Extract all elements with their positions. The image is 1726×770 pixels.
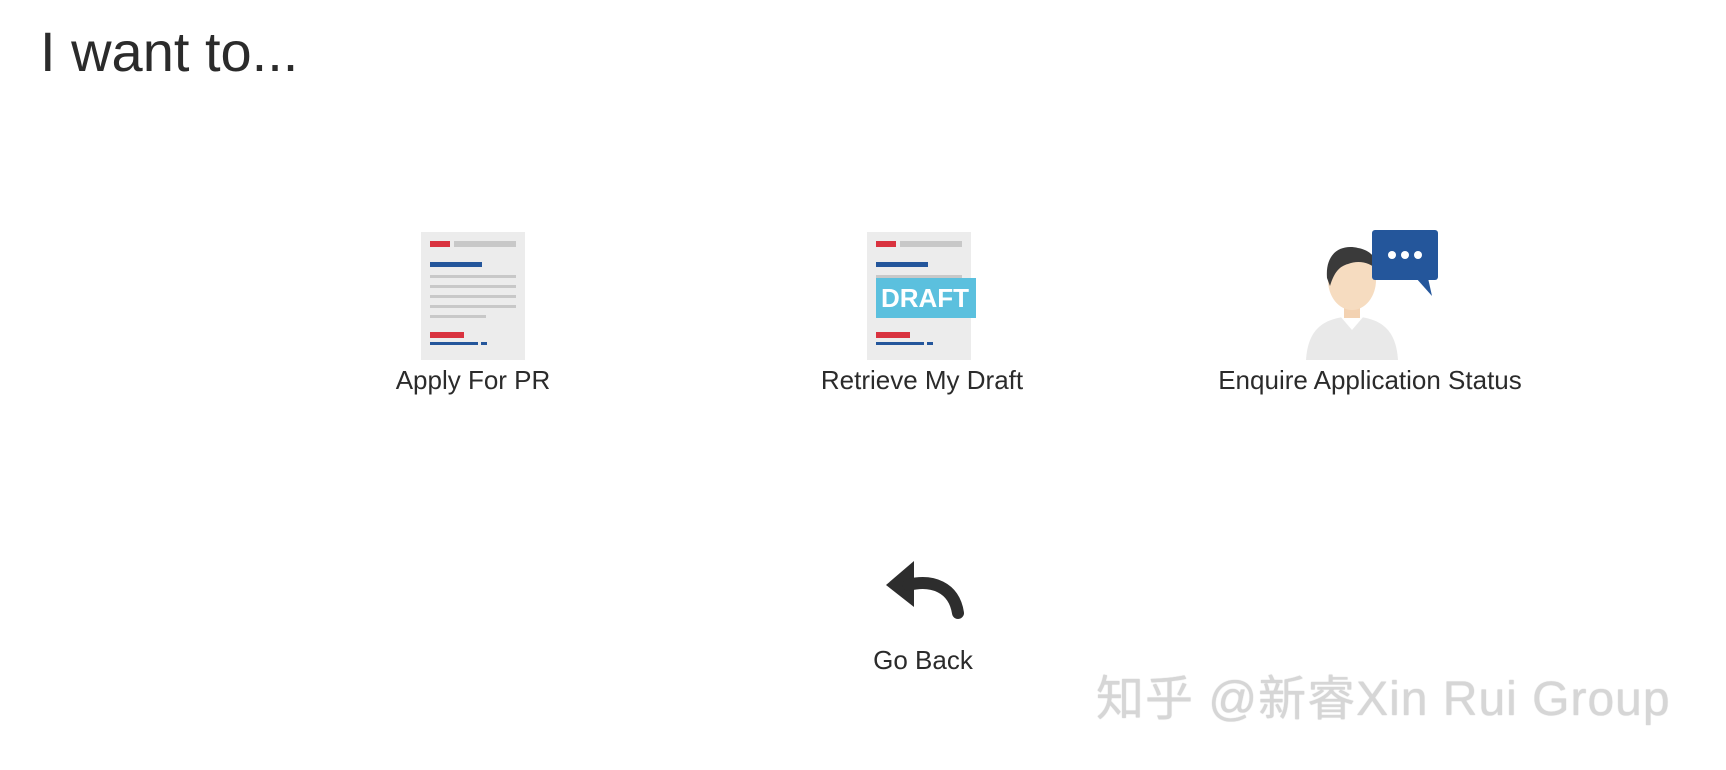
page-title: I want to...	[40, 20, 299, 83]
draft-badge-text: DRAFT	[881, 283, 969, 313]
watermark: 知乎 @新睿Xin Rui Group	[1096, 673, 1671, 726]
go-back-button[interactable]: Go Back	[763, 555, 1083, 676]
enquire-application-status-option[interactable]: Enquire Application Status	[1160, 228, 1580, 396]
enquiry-person-icon	[1300, 228, 1440, 360]
draft-document-icon: DRAFT	[852, 228, 992, 360]
apply-for-pr-option[interactable]: Apply For PR	[263, 228, 683, 396]
go-back-label: Go Back	[873, 645, 973, 675]
apply-for-pr-label: Apply For PR	[395, 365, 551, 395]
retrieve-my-draft-option[interactable]: DRAFT Retrieve My Draft	[712, 228, 1132, 396]
reply-arrow-icon	[880, 555, 966, 626]
application-form-icon	[403, 228, 543, 360]
enquire-application-status-label: Enquire Application Status	[1218, 365, 1522, 395]
retrieve-my-draft-label: Retrieve My Draft	[820, 365, 1024, 395]
